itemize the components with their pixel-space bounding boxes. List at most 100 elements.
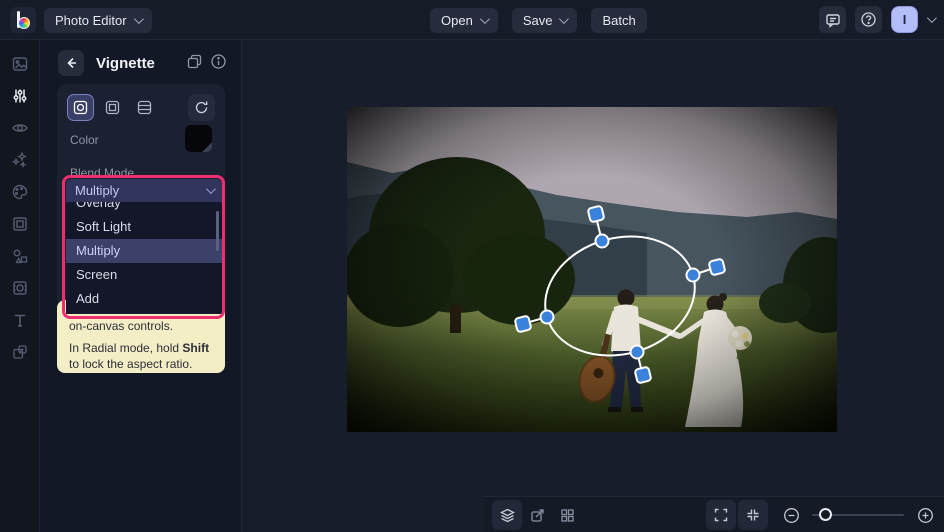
reset-vignette-button[interactable]	[188, 94, 215, 121]
sidebar-item-adjustments[interactable]	[0, 80, 40, 112]
photo-wedding-couple[interactable]	[347, 107, 837, 432]
image-icon	[11, 55, 29, 73]
user-avatar[interactable]: I	[891, 6, 918, 33]
sidebar-item-texture[interactable]	[0, 272, 40, 304]
zoom-in-button[interactable]	[910, 500, 940, 530]
palette-icon	[11, 183, 29, 201]
dropdown-option-add[interactable]: Add	[66, 287, 222, 311]
mode-radial-button[interactable]	[67, 94, 94, 121]
handle-square-right	[709, 259, 726, 276]
batch-label: Batch	[602, 13, 635, 28]
blend-mode-value: Multiply	[75, 183, 119, 198]
arrow-left-icon	[64, 56, 78, 70]
tooltip-radial-hint: In Radial mode, hold Shift to lock the a…	[69, 340, 213, 372]
copy-settings-button[interactable]	[186, 53, 203, 75]
sidebar-item-text[interactable]	[0, 304, 40, 336]
topbar-actions: Open Save Batch	[430, 8, 647, 33]
info-icon	[210, 53, 227, 70]
handle-top	[596, 235, 609, 248]
chevron-down-icon	[480, 14, 490, 24]
fit-to-screen-button[interactable]	[738, 500, 768, 530]
handle-square-left	[515, 316, 532, 333]
sidebar-item-merge[interactable]	[0, 336, 40, 368]
bottombar-center: 16%	[706, 500, 944, 530]
tooltip-fragment: on-canvas controls.	[69, 318, 213, 334]
texture-icon	[11, 279, 29, 297]
blend-mode-label: Blend Mode	[70, 166, 134, 180]
open-button[interactable]: Open	[430, 8, 498, 33]
bottom-toolbar: 16%	[484, 496, 944, 532]
sidebar-item-effects[interactable]	[0, 144, 40, 176]
resize-icon	[529, 507, 546, 524]
info-button[interactable]	[210, 53, 227, 75]
mode-frame-button[interactable]	[99, 94, 126, 121]
app-menu-button[interactable]: Photo Editor	[44, 8, 152, 33]
back-button[interactable]	[58, 50, 84, 76]
eye-icon	[11, 119, 29, 137]
bottombar-left	[492, 500, 582, 530]
dropdown-option-screen[interactable]: Screen	[66, 263, 222, 287]
blend-mode-select[interactable]: Multiply	[66, 179, 222, 202]
dropdown-option-soft-light[interactable]: Soft Light	[66, 215, 222, 239]
mode-linear-button[interactable]	[131, 94, 158, 121]
save-button[interactable]: Save	[512, 8, 578, 33]
handle-square-top	[588, 206, 605, 223]
avatar-chevron-icon[interactable]	[927, 13, 937, 23]
photo-scene	[347, 107, 837, 432]
chevron-down-icon	[559, 14, 569, 24]
zoom-out-button[interactable]	[776, 500, 806, 530]
app-logo[interactable]	[10, 7, 36, 33]
dropdown-scrollbar[interactable]	[216, 211, 219, 251]
frame-vignette-icon	[105, 100, 120, 115]
batch-button[interactable]: Batch	[591, 8, 646, 33]
sparkles-icon	[11, 151, 29, 169]
fullscreen-button[interactable]	[706, 500, 736, 530]
sidebar-item-frame[interactable]	[0, 208, 40, 240]
radial-vignette-icon	[73, 100, 88, 115]
linear-vignette-icon	[137, 100, 152, 115]
adjustments-icon	[11, 87, 29, 105]
handle-bottom	[631, 346, 644, 359]
tool-sidebar	[0, 40, 40, 532]
topbar-right: I	[819, 6, 934, 33]
merge-layers-icon	[11, 343, 29, 361]
resize-canvas-button[interactable]	[522, 500, 552, 530]
tooltip-text: to lock the aspect ratio.	[69, 357, 192, 371]
feedback-chat-icon	[825, 12, 841, 28]
topbar: Photo Editor Open Save Batch	[0, 0, 944, 40]
layers-icon	[499, 507, 516, 524]
vignette-color-swatch[interactable]	[185, 125, 212, 152]
copy-icon	[186, 53, 203, 70]
canvas-area[interactable]: 16%	[242, 40, 944, 532]
dropdown-option-multiply[interactable]: Multiply	[66, 239, 222, 263]
sidebar-item-filters[interactable]	[0, 112, 40, 144]
templates-grid-button[interactable]	[552, 500, 582, 530]
sidebar-item-palette[interactable]	[0, 176, 40, 208]
zoom-out-icon	[783, 507, 800, 524]
grid-icon	[559, 507, 576, 524]
zoom-slider[interactable]	[812, 500, 904, 530]
zoom-slider-handle[interactable]	[819, 508, 832, 521]
help-button[interactable]	[855, 6, 882, 33]
handle-right	[687, 269, 700, 282]
text-icon	[11, 311, 29, 329]
open-label: Open	[441, 13, 473, 28]
panel-title: Vignette	[96, 55, 155, 72]
dropdown-option-overlay[interactable]: Overlay	[66, 202, 222, 215]
layers-button[interactable]	[492, 500, 522, 530]
app-menu-label: Photo Editor	[55, 13, 127, 28]
vignette-mode-group	[67, 94, 158, 121]
vignette-shading	[347, 107, 837, 432]
frame-icon	[11, 215, 29, 233]
logo-color-wheel-icon	[18, 17, 30, 29]
sidebar-item-image[interactable]	[0, 48, 40, 80]
handle-square-bottom	[635, 367, 652, 384]
tooltip-text: In Radial mode, hold	[69, 341, 182, 355]
feedback-chat-button[interactable]	[819, 6, 846, 33]
avatar-initial: I	[903, 12, 907, 27]
handle-left	[541, 311, 554, 324]
sidebar-item-elements[interactable]	[0, 240, 40, 272]
shapes-icon	[11, 247, 29, 265]
blend-mode-dropdown: Overlay Soft Light Multiply Screen Add	[66, 202, 222, 314]
reset-icon	[194, 100, 209, 115]
